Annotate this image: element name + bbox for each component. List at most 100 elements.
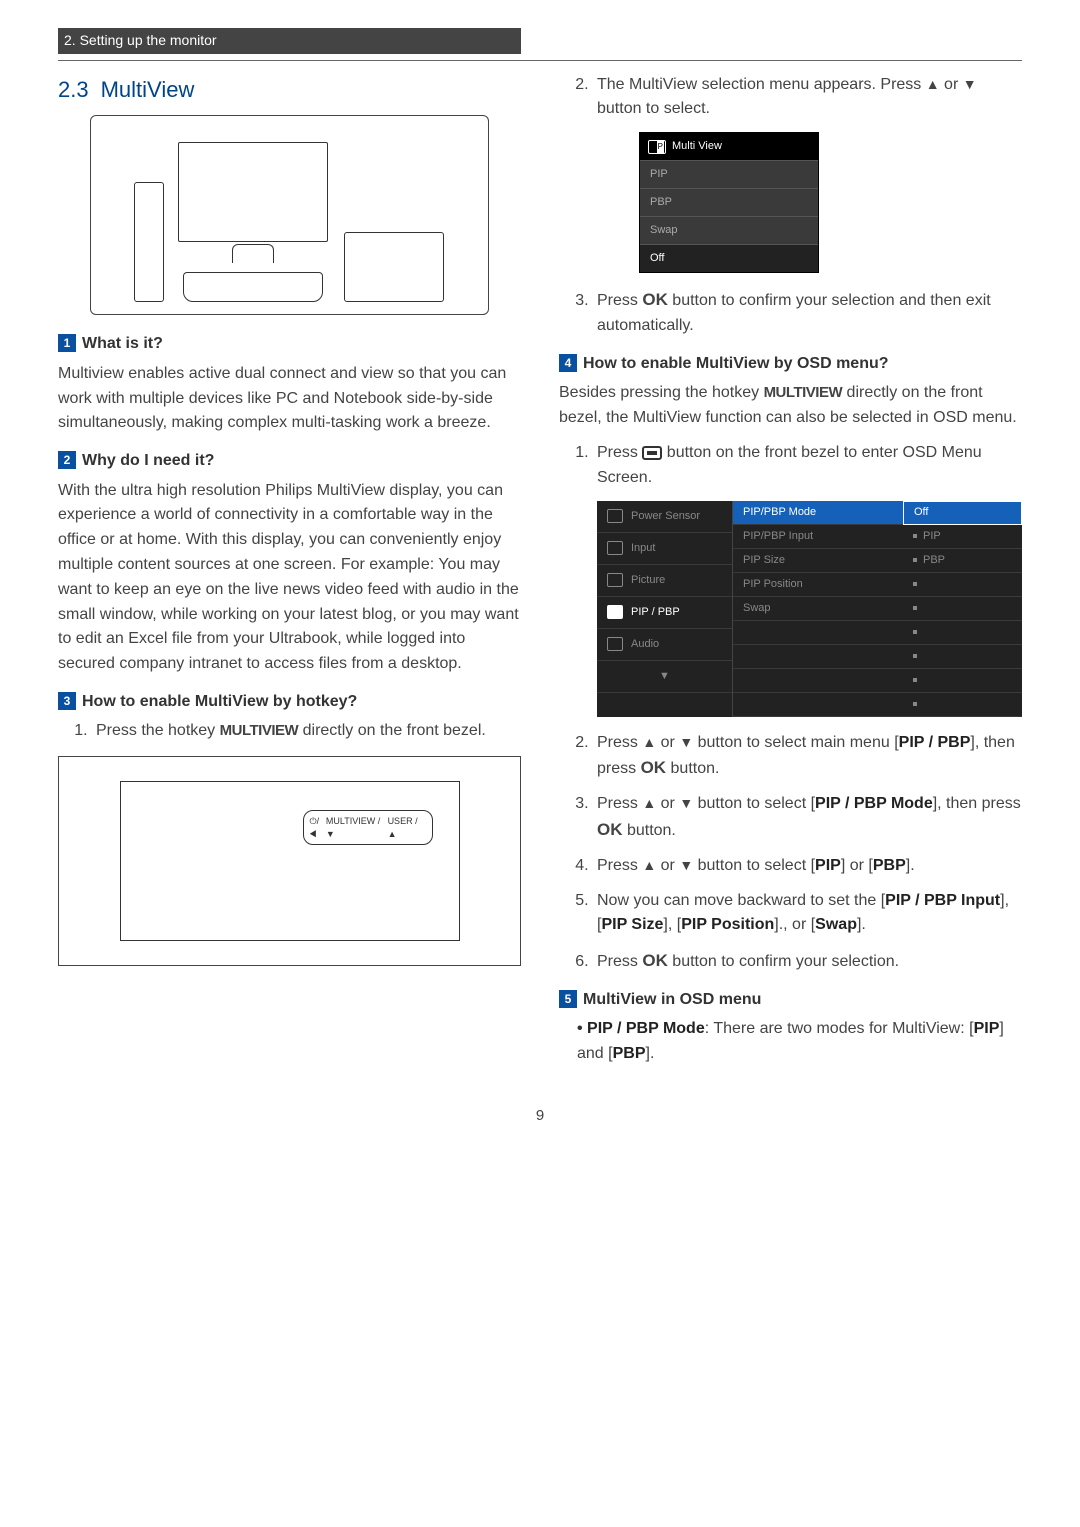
osd-mid-blank [733,669,903,693]
bullet-item: PIP / PBP Mode: There are two modes for … [577,1017,1022,1067]
step-item: Press ▲ or ▼ button to select [PIP] or [… [593,854,1022,879]
breadcrumb: 2. Setting up the monitor [58,28,521,54]
section-num: 2.3 [58,77,101,102]
down-arrow-icon: ▼ [679,734,693,750]
bullet-icon [913,630,917,634]
bezel-btn: MULTIVIEW /▼ [326,815,388,840]
down-arrow-icon: ▼ [679,857,693,873]
menu-item-swap: Swap [640,216,818,244]
bullet-icon [913,534,917,538]
page-number: 9 [58,1105,1022,1126]
bullet-icon [913,582,917,586]
up-arrow-icon: ▲ [642,795,656,811]
osd-right-blank [903,693,1022,717]
illustration-devices [90,115,488,315]
osd-right-blank [903,669,1022,693]
subheading-why-need: 2Why do I need it? [58,450,521,472]
pip-icon [648,140,666,154]
osd-right-item: PBP [903,549,1022,573]
breadcrumb-text: Setting up the monitor [80,32,217,48]
ok-label: OK [597,820,623,839]
osd-left-item: Power Sensor [597,501,732,533]
osd-mid-item: PIP Size [733,549,903,573]
osd-right-blank [903,621,1022,645]
osd-mid-item: PIP/PBP Input [733,525,903,549]
paragraph: With the ultra high resolution Philips M… [58,479,521,677]
osd-left-item-selected: PIP / PBP [597,597,732,629]
keyboard-icon [183,272,323,302]
paragraph: Besides pressing the hotkey MULTIVIEW di… [559,381,1022,431]
laptop-icon [344,232,444,302]
osd-right-blank [903,597,1022,621]
osd-mid-item-selected: PIP/PBP Mode [733,501,903,525]
illustration-hotkey: ⏻/◀ MULTIVIEW /▼ USER /▲ [58,756,521,966]
input-icon [607,541,623,555]
step-item: Press button on the front bezel to enter… [593,441,1022,717]
pip-icon [607,605,623,619]
osd-right-item: PIP [903,525,1022,549]
multiview-label: MULTIVIEW [220,722,299,739]
step-item: Press ▲ or ▼ button to select [PIP / PBP… [593,792,1022,844]
num-badge: 4 [559,354,577,372]
up-arrow-icon: ▲ [642,734,656,750]
step-item: Press ▲ or ▼ button to select main menu … [593,731,1022,783]
chevron-down-icon: ▼ [607,668,722,685]
menu-header: Multi View [640,133,818,160]
paragraph: Multiview enables active dual connect an… [58,362,521,436]
num-badge: 2 [58,451,76,469]
osd-left-item: Input [597,533,732,565]
bezel-btn: ⏻/◀ [310,815,326,840]
osd-mid-blank [733,693,903,717]
bullet-icon [913,678,917,682]
section-title: MultiView [101,77,195,102]
bezel-btn: USER /▲ [388,815,426,840]
num-badge: 3 [58,692,76,710]
down-arrow-icon: ▼ [679,795,693,811]
section-heading: 2.3MultiView [58,75,521,106]
ok-label: OK [641,758,667,777]
step-item: Now you can move backward to set the [PI… [593,889,1022,939]
menu-item-pip: PIP [640,160,818,188]
up-arrow-icon: ▲ [926,76,940,92]
osd-right-item-selected: Off [903,501,1022,525]
osd-right-blank [903,573,1022,597]
osd-menu-panel: Power Sensor Input Picture PIP / PBP Aud… [597,501,1022,717]
osd-mid-blank [733,621,903,645]
menu-button-icon [642,446,662,460]
ok-label: OK [642,951,668,970]
subheading-multiview-osd: 5MultiView in OSD menu [559,989,1022,1011]
audio-icon [607,637,623,651]
bullet-icon [913,654,917,658]
osd-mid-item: PIP Position [733,573,903,597]
step-item: Press OK button to confirm your selectio… [593,287,1022,339]
step-item: Press the hotkey MULTIVIEW directly on t… [92,719,521,744]
pc-tower-icon [134,182,164,302]
ok-label: OK [642,290,668,309]
bezel-button-callout: ⏻/◀ MULTIVIEW /▼ USER /▲ [303,810,433,845]
menu-item-off: Off [640,244,818,272]
num-badge: 1 [58,334,76,352]
osd-left-item: Picture [597,565,732,597]
num-badge: 5 [559,990,577,1008]
sensor-icon [607,509,623,523]
monitor-icon [178,142,328,242]
subheading-enable-osd: 4How to enable MultiView by OSD menu? [559,353,1022,375]
bullet-icon [913,558,917,562]
osd-mid-item: Swap [733,597,903,621]
bullet-icon [913,702,917,706]
multiview-label: MULTIVIEW [764,384,843,401]
step-item: The MultiView selection menu appears. Pr… [593,73,1022,274]
step-item: Press OK button to confirm your selectio… [593,948,1022,975]
osd-mid-blank [733,645,903,669]
bullet-icon [913,606,917,610]
osd-left-item: Audio [597,629,732,661]
breadcrumb-num: 2. [64,32,76,48]
menu-item-pbp: PBP [640,188,818,216]
subheading-enable-hotkey: 3How to enable MultiView by hotkey? [58,691,521,713]
osd-right-blank [903,645,1022,669]
monitor-outline: ⏻/◀ MULTIVIEW /▼ USER /▲ [120,781,460,941]
osd-scroll-down: ▼ [597,661,732,693]
subheading-what-is-it: 1What is it? [58,333,521,355]
multiview-menu: Multi View PIP PBP Swap Off [639,132,819,273]
picture-icon [607,573,623,587]
